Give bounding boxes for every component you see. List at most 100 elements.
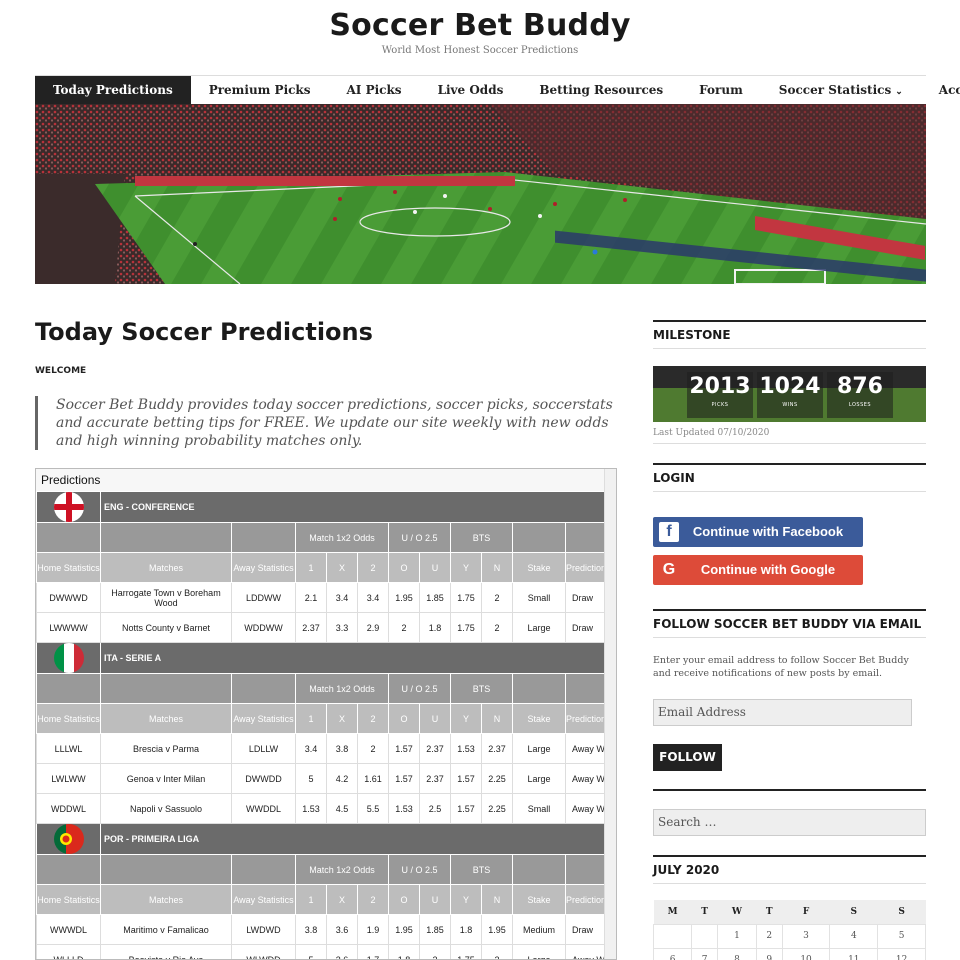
col-x: X: [326, 703, 358, 734]
match-cell: Maritimo v Famalicao: [100, 914, 232, 945]
calendar-day[interactable]: 7: [691, 947, 719, 960]
calendar-day[interactable]: 8: [717, 947, 757, 960]
calendar-day[interactable]: 11: [829, 947, 879, 960]
calendar-day[interactable]: 5: [877, 923, 926, 949]
league-name: POR - PRIMEIRA LIGA: [99, 823, 609, 855]
prediction-cell: Draw: [564, 612, 609, 643]
losses-stat: 876 LOSSES: [827, 372, 893, 418]
away-stats-cell: LWDWD: [231, 914, 296, 945]
wins-count: 1024: [759, 374, 821, 399]
col-n: N: [481, 552, 513, 583]
calendar-weekday-row: M T W T F S S: [653, 900, 926, 924]
nav-today-predictions[interactable]: Today Predictions: [35, 76, 191, 104]
calendar-day[interactable]: 12: [877, 947, 926, 960]
league-name: ENG - CONFERENCE: [99, 491, 609, 523]
col-away-statistics: Away Statistics: [231, 884, 296, 915]
search-divider: [653, 789, 926, 791]
calendar-day[interactable]: 4: [829, 923, 879, 949]
odds-2-cell: 3.4: [357, 582, 389, 613]
odds-2-cell: 2: [357, 733, 389, 764]
col-stake: Stake: [512, 884, 566, 915]
ou-group-header: U / O 2.5: [388, 854, 451, 885]
odds-x-cell: 3.6: [326, 914, 358, 945]
main-nav: Today Predictions Premium Picks AI Picks…: [35, 75, 960, 104]
match-cell: Notts County v Barnet: [100, 612, 232, 643]
calendar-day[interactable]: 6: [652, 947, 693, 960]
calendar-day[interactable]: 2: [755, 923, 783, 949]
prediction-cell: Draw: [564, 582, 609, 613]
home-stats-cell: DWWWD: [36, 582, 101, 613]
odds-1-cell: 5: [295, 944, 327, 959]
col-o: O: [388, 884, 420, 915]
over-cell: 1.57: [388, 763, 420, 794]
nav-betting-resources[interactable]: Betting Resources: [521, 76, 681, 104]
england-flag-icon: [53, 492, 84, 522]
bts-yes-cell: 1.57: [450, 793, 482, 824]
calendar-week: 1 2 3 4 5: [652, 923, 926, 949]
col-home-statistics: Home Statistics: [36, 884, 101, 915]
group-header-row: Match 1x2 Odds U / O 2.5 BTS: [36, 522, 609, 553]
odds-x-cell: 3.8: [326, 733, 358, 764]
predictions-panel: Predictions ENG - CONFERENCE Match 1x2 O…: [35, 468, 617, 960]
prediction-cell: Away Win: [564, 944, 609, 959]
odds-1-cell: 3.4: [295, 733, 327, 764]
bts-group-header: BTS: [450, 522, 513, 553]
col-o: O: [388, 703, 420, 734]
intro-quote: Soccer Bet Buddy provides today soccer p…: [35, 396, 617, 450]
site-title[interactable]: Soccer Bet Buddy: [0, 0, 960, 43]
group-header-row: Match 1x2 Odds U / O 2.5 BTS: [36, 673, 609, 704]
col-1: 1: [295, 703, 327, 734]
over-cell: 1.95: [388, 914, 420, 945]
under-cell: 1.8: [419, 612, 451, 643]
google-login-button[interactable]: G Continue with Google: [653, 555, 863, 585]
odds-2-cell: 1.7: [357, 944, 389, 959]
col-y: Y: [450, 552, 482, 583]
league-header: ENG - CONFERENCE: [36, 491, 609, 523]
over-cell: 1.8: [388, 944, 420, 959]
stake-cell: Large: [512, 733, 566, 764]
follow-description: Enter your email address to follow Socce…: [653, 655, 909, 679]
nav-forum[interactable]: Forum: [681, 76, 761, 104]
calendar-day[interactable]: 9: [755, 947, 783, 960]
ou-group-header: U / O 2.5: [388, 673, 451, 704]
col-u: U: [419, 884, 451, 915]
table-scrollbar[interactable]: [604, 469, 616, 959]
bts-group-header: BTS: [450, 854, 513, 885]
odds-group-header: Match 1x2 Odds: [295, 673, 389, 704]
col-matches: Matches: [100, 703, 232, 734]
nav-soccer-statistics[interactable]: Soccer Statistics ⌄: [761, 76, 921, 104]
col-matches: Matches: [100, 884, 232, 915]
bts-no-cell: 2: [481, 582, 513, 613]
home-stats-cell: WWWDL: [36, 914, 101, 945]
bts-group-header: BTS: [450, 673, 513, 704]
follow-button[interactable]: FOLLOW: [653, 744, 722, 771]
league-name: ITA - SERIE A: [99, 642, 609, 674]
weekday-header: F: [782, 900, 830, 924]
calendar-day[interactable]: 1: [717, 923, 757, 949]
calendar-day[interactable]: 3: [781, 923, 831, 949]
milestone-title: MILESTONE: [653, 320, 926, 349]
nav-live-odds[interactable]: Live Odds: [420, 76, 522, 104]
last-updated-text: Last Updated 07/10/2020: [653, 428, 926, 444]
calendar-day[interactable]: 10: [781, 947, 831, 960]
email-field[interactable]: Email Address: [653, 699, 912, 726]
col-prediction: Prediction: [564, 552, 609, 583]
match-cell: Boavista v Rio Ave: [100, 944, 232, 959]
hero-stadium-image: [35, 104, 926, 284]
odds-2-cell: 2.9: [357, 612, 389, 643]
odds-2-cell: 5.5: [357, 793, 389, 824]
nav-account[interactable]: Account: [921, 76, 960, 104]
stake-cell: Large: [512, 612, 566, 643]
google-login-label: Continue with Google: [700, 562, 836, 577]
facebook-login-button[interactable]: f Continue with Facebook: [653, 517, 863, 547]
table-row: WLLLD Boavista v Rio Ave WLWDD 5 3.6 1.7…: [36, 944, 609, 959]
odds-x-cell: 3.3: [326, 612, 358, 643]
col-x: X: [326, 884, 358, 915]
site-tagline: World Most Honest Soccer Predictions: [381, 45, 579, 56]
nav-premium-picks[interactable]: Premium Picks: [191, 76, 329, 104]
col-home-statistics: Home Statistics: [36, 703, 101, 734]
search-input[interactable]: Search …: [653, 809, 926, 836]
nav-ai-picks[interactable]: AI Picks: [329, 76, 420, 104]
col-x: X: [326, 552, 358, 583]
bts-no-cell: 2: [481, 944, 513, 959]
